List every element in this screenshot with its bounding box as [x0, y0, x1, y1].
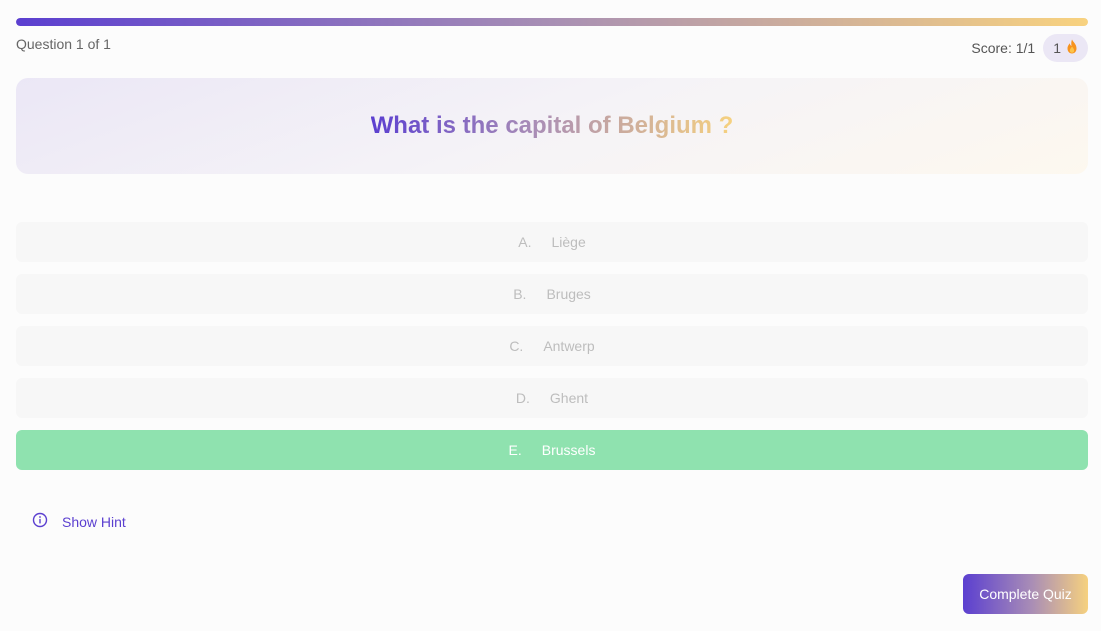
- complete-quiz-button[interactable]: Complete Quiz: [963, 574, 1088, 614]
- question-counter: Question 1 of 1: [16, 36, 111, 52]
- info-icon: [32, 512, 48, 531]
- option-text: Brussels: [541, 442, 596, 458]
- question-card: What is the capital of Belgium ?: [16, 78, 1088, 174]
- option-text: Ghent: [549, 390, 589, 406]
- option-letter: B.: [513, 286, 527, 302]
- option-letter: E.: [508, 442, 522, 458]
- quiz-page: Question 1 of 1 Score: 1/1 1 What is the…: [0, 0, 1101, 631]
- option-text: Bruges: [546, 286, 591, 302]
- option-letter: D.: [515, 390, 530, 406]
- option-letter: C.: [509, 338, 524, 354]
- answer-option-c[interactable]: C. Antwerp: [16, 326, 1088, 366]
- score-label: Score: 1/1: [971, 40, 1036, 56]
- option-text: Liège: [551, 234, 586, 250]
- progress-bar: [16, 18, 1088, 26]
- score-area: Score: 1/1 1: [971, 34, 1088, 62]
- question-text: What is the capital of Belgium ?: [370, 112, 734, 139]
- answer-option-b[interactable]: B. Bruges: [16, 274, 1088, 314]
- answer-option-a[interactable]: A. Liège: [16, 222, 1088, 262]
- option-letter: A.: [518, 234, 532, 250]
- streak-badge: 1: [1043, 34, 1088, 62]
- fire-icon: [1066, 39, 1078, 57]
- show-hint-label: Show Hint: [62, 513, 126, 530]
- option-text: Antwerp: [543, 338, 595, 354]
- progress-bar-fill: [16, 18, 1088, 26]
- show-hint-button[interactable]: Show Hint: [32, 512, 126, 531]
- answer-options: A. Liège B. Bruges C. Antwerp D. Ghent E…: [16, 222, 1088, 482]
- answer-option-d[interactable]: D. Ghent: [16, 378, 1088, 418]
- streak-count: 1: [1053, 40, 1061, 56]
- answer-option-e[interactable]: E. Brussels: [16, 430, 1088, 470]
